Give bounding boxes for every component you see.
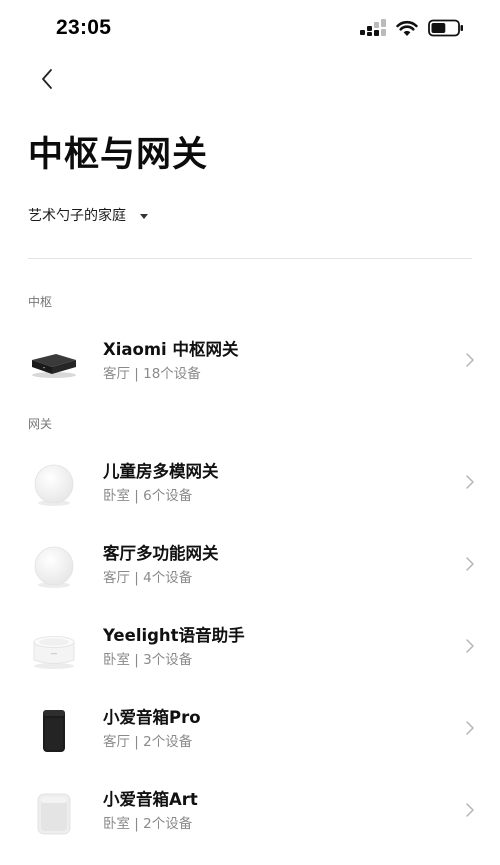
black-speaker-image xyxy=(26,702,82,758)
device-name: Xiaomi 中枢网关 xyxy=(103,340,239,359)
device-subtitle: 卧室 | 6个设备 xyxy=(103,488,193,504)
device-row-xiaomi-hub[interactable]: Xiaomi 中枢网关 客厅 | 18个设备 xyxy=(0,326,500,402)
status-icons xyxy=(360,19,464,37)
page-title: 中枢与网关 xyxy=(28,135,209,175)
device-subtitle: 卧室 | 2个设备 xyxy=(103,816,193,832)
chevron-right-icon xyxy=(466,803,474,817)
device-name: 小爱音箱Pro xyxy=(103,708,201,727)
divider xyxy=(28,258,472,259)
chevron-right-icon xyxy=(466,353,474,367)
device-subtitle: 客厅 | 4个设备 xyxy=(103,570,193,586)
section-label-hub: 中枢 xyxy=(28,295,53,309)
chevron-left-icon xyxy=(40,68,54,94)
device-row-kids-room-gateway[interactable]: 儿童房多模网关 卧室 | 6个设备 xyxy=(0,448,500,524)
device-row-xiaoai-pro[interactable]: 小爱音箱Pro 客厅 | 2个设备 xyxy=(0,694,500,770)
device-row-xiaoai-art[interactable]: 小爱音箱Art 卧室 | 2个设备 xyxy=(0,776,500,852)
white-speaker-image xyxy=(26,784,82,840)
chevron-right-icon xyxy=(466,721,474,735)
home-selector-label: 艺术勺子的家庭 xyxy=(28,208,126,224)
cellular-signal-icon xyxy=(360,19,386,37)
device-row-living-room-gateway[interactable]: 客厅多功能网关 客厅 | 4个设备 xyxy=(0,530,500,606)
battery-icon xyxy=(428,19,464,37)
status-time: 23:05 xyxy=(56,16,112,39)
round-gateway-image xyxy=(26,456,82,512)
screen: 23:05 中枢与网关 艺术勺子的家庭 中枢 Xiaomi 中枢网关 客厅 | … xyxy=(0,0,500,865)
chevron-right-icon xyxy=(466,475,474,489)
dropdown-triangle-icon xyxy=(140,213,148,219)
device-subtitle: 客厅 | 2个设备 xyxy=(103,734,193,750)
device-name: 儿童房多模网关 xyxy=(103,462,219,481)
round-gateway-image xyxy=(26,538,82,594)
device-name: Yeelight语音助手 xyxy=(103,626,245,645)
section-label-gateway: 网关 xyxy=(28,417,53,431)
chevron-right-icon xyxy=(466,557,474,571)
device-name: 客厅多功能网关 xyxy=(103,544,219,563)
status-bar: 23:05 xyxy=(0,0,500,58)
wifi-icon xyxy=(396,20,418,37)
device-subtitle: 卧室 | 3个设备 xyxy=(103,652,193,668)
device-name: 小爱音箱Art xyxy=(103,790,198,809)
device-subtitle: 客厅 | 18个设备 xyxy=(103,366,201,382)
device-row-yeelight-assistant[interactable]: Yeelight语音助手 卧室 | 3个设备 xyxy=(0,612,500,688)
yeelight-speaker-image xyxy=(26,620,82,676)
home-selector[interactable]: 艺术勺子的家庭 xyxy=(28,205,148,225)
back-button[interactable] xyxy=(30,64,64,98)
chevron-right-icon xyxy=(466,639,474,653)
hub-gateway-image xyxy=(26,334,82,390)
